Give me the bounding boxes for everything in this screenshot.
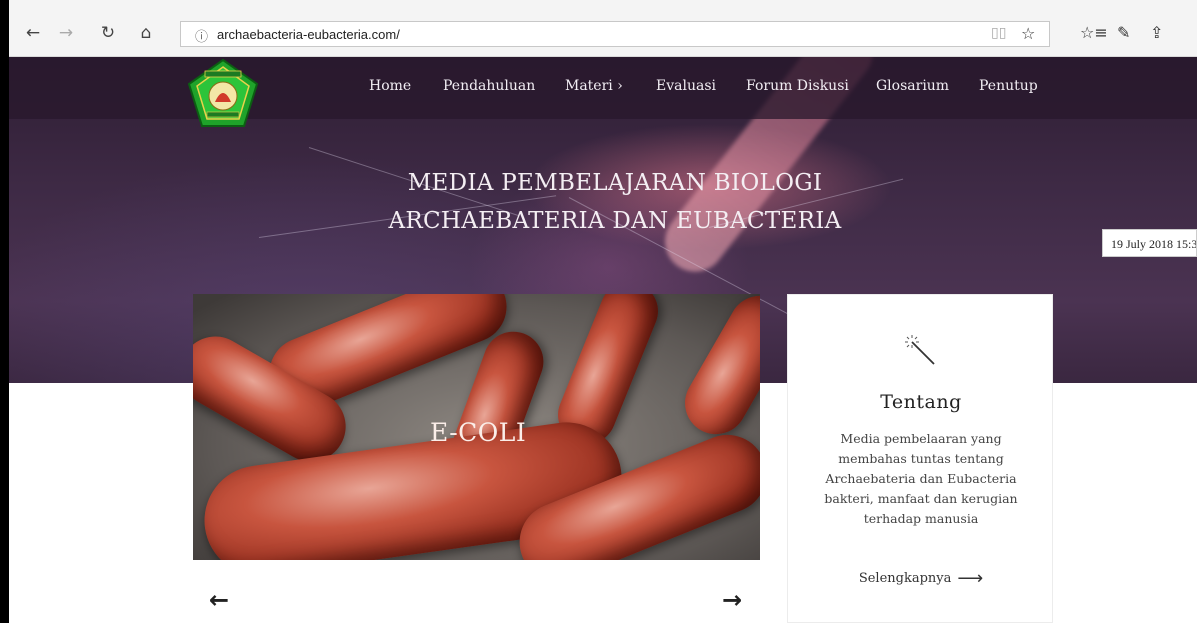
pen-icon[interactable]: ✎	[1117, 23, 1130, 42]
read-more-label[interactable]: Selengkapnya	[859, 571, 952, 586]
bacterium-graphic	[673, 294, 760, 446]
card-title: Tentang	[880, 391, 962, 413]
share-icon[interactable]: ⇪	[1150, 23, 1163, 42]
refresh-icon[interactable]: ↻	[97, 22, 119, 44]
slider-prev-arrow-icon[interactable]: ←	[209, 586, 229, 614]
nav-pendahuluan[interactable]: Pendahuluan	[443, 78, 535, 94]
home-icon[interactable]: ⌂	[135, 22, 157, 44]
address-bar[interactable]: ⓘ archaebacteria-eubacteria.com/ ▯▯ ☆	[180, 21, 1050, 47]
nav-materi[interactable]: Materi ›	[565, 78, 623, 94]
nav-forum-diskusi[interactable]: Forum Diskusi	[746, 78, 849, 94]
about-card: Tentang Media pembelaaran yang membahas …	[787, 294, 1053, 623]
nav-home[interactable]: Home	[369, 78, 411, 94]
hero-title-line1: MEDIA PEMBELAJARAN BIOLOGI	[407, 170, 823, 196]
browser-toolbar: ← → ↻ ⌂ ⓘ archaebacteria-eubacteria.com/…	[0, 0, 1197, 57]
forward-arrow-icon[interactable]: →	[55, 22, 77, 44]
favorite-star-icon[interactable]: ☆	[1021, 24, 1035, 43]
magic-wand-icon	[905, 335, 935, 365]
favorites-list-icon[interactable]: ☆≡	[1080, 23, 1108, 42]
slider-next-arrow-icon[interactable]: →	[722, 586, 742, 614]
reading-view-icon[interactable]: ▯▯	[991, 25, 1006, 41]
date-badge: 19 July 2018 15:39	[1102, 229, 1197, 257]
window-frame-left	[0, 0, 9, 623]
hero-title-line2: ARCHAEBATERIA DAN EUBACTERIA	[388, 208, 842, 234]
read-more-link[interactable]: Selengkapnya ⟶	[788, 568, 1054, 589]
nav-glosarium[interactable]: Glosarium	[876, 78, 949, 94]
nav-evaluasi[interactable]: Evaluasi	[656, 78, 716, 94]
url-text[interactable]: archaebacteria-eubacteria.com/	[217, 27, 400, 42]
back-arrow-icon[interactable]: ←	[22, 22, 44, 44]
site-logo[interactable]	[187, 58, 259, 128]
slide-caption: E-COLI	[430, 418, 527, 447]
long-arrow-right-icon[interactable]: ⟶	[957, 568, 983, 589]
card-text: Media pembelaaran yang membahas tuntas t…	[824, 431, 1018, 526]
nav-penutup[interactable]: Penutup	[979, 78, 1038, 94]
info-icon[interactable]: ⓘ	[195, 26, 208, 45]
